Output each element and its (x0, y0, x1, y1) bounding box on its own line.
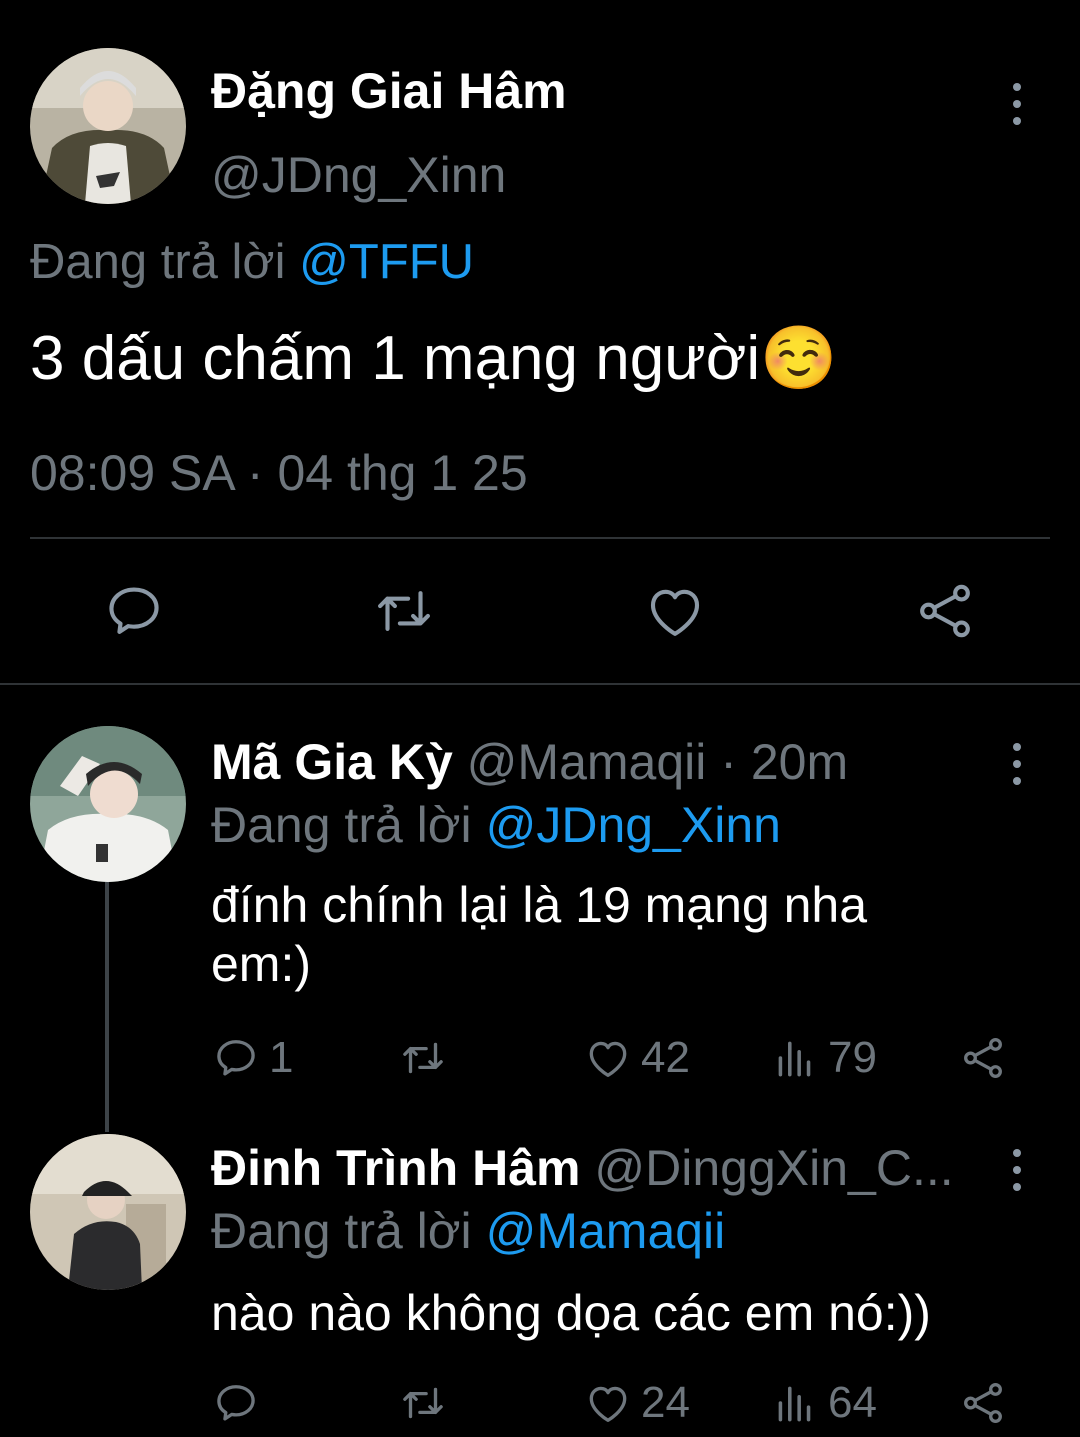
divider (30, 537, 1050, 539)
reply-icon (217, 1385, 255, 1421)
reply-button[interactable] (211, 1378, 269, 1428)
share-button[interactable] (912, 578, 978, 644)
views-button[interactable]: 79 (770, 1033, 877, 1083)
reply-button[interactable]: 1 (211, 1033, 293, 1083)
reply-time[interactable]: 20m (751, 734, 848, 790)
reply-button[interactable] (101, 578, 167, 644)
like-icon (589, 1386, 627, 1422)
author-avatar[interactable] (30, 48, 186, 204)
reply-handle[interactable]: @DinggXin_C... (594, 1140, 953, 1196)
like-button[interactable]: 24 (583, 1378, 690, 1428)
reply-display-name[interactable]: Mã Gia Kỳ (211, 734, 453, 790)
view-count: 79 (828, 1033, 877, 1082)
reply-text-line: em:) (211, 936, 311, 992)
like-icon (650, 589, 700, 636)
like-count: 24 (641, 1378, 690, 1427)
views-chart-icon (778, 1386, 811, 1422)
author-handle[interactable]: @JDng_Xinn (211, 146, 506, 204)
share-icon (964, 1383, 1002, 1424)
reply-to-link[interactable]: @TFFU (299, 235, 474, 289)
share-icon (920, 584, 970, 638)
retweet-icon (378, 591, 430, 631)
reply-more-options-icon[interactable] (1005, 1149, 1029, 1191)
reply-header: Đinh Trình Hâm @DinggXin_C... (211, 1139, 954, 1197)
reply-avatar[interactable] (30, 726, 186, 882)
tweet-time: 08:09 SA (30, 445, 233, 501)
retweet-icon (403, 1042, 443, 1074)
reply-context: Đang trả lời @JDng_Xinn (211, 796, 781, 854)
views-button[interactable]: 64 (770, 1378, 877, 1428)
share-button[interactable] (958, 1033, 1008, 1083)
more-options-icon[interactable] (1005, 83, 1029, 125)
reply-count: 1 (269, 1033, 294, 1082)
view-count: 64 (828, 1378, 877, 1427)
timestamp-separator: · (246, 445, 264, 501)
retweet-button[interactable] (398, 1378, 456, 1428)
reply-context-label: Đang trả lời (211, 1203, 472, 1259)
tweet-text: 3 dấu chấm 1 mạng người☺️ (30, 322, 837, 395)
reply-icon (109, 587, 159, 634)
tweet-date: 04 thg 1 25 (277, 445, 528, 501)
like-button[interactable] (642, 578, 708, 644)
section-divider (0, 683, 1080, 685)
views-chart-icon (778, 1041, 811, 1077)
reply-icon (217, 1040, 255, 1076)
reply-to-link[interactable]: @Mamaqii (486, 1203, 726, 1259)
tweet-timestamp[interactable]: 08:09 SA · 04 thg 1 25 (30, 444, 528, 502)
share-icon (964, 1038, 1002, 1079)
reply-handle[interactable]: @Mamaqii (467, 734, 707, 790)
reply-time-separator: · (720, 734, 737, 790)
reply-to-link[interactable]: @JDng_Xinn (486, 797, 781, 853)
reply-avatar[interactable] (30, 1134, 186, 1290)
reply-text: đính chính lại là 19 mạng nha em:) (211, 876, 867, 994)
reply-display-name[interactable]: Đinh Trình Hâm (211, 1140, 580, 1196)
reply-text: nào nào không dọa các em nó:)) (211, 1285, 931, 1341)
tweet-text-content: 3 dấu chấm 1 mạng người (30, 324, 761, 393)
retweet-icon (403, 1387, 443, 1419)
smiling-emoji-icon: ☺️ (760, 324, 838, 393)
like-icon (589, 1041, 627, 1077)
reply-context: Đang trả lời @Mamaqii (211, 1202, 725, 1260)
reply-text-line: đính chính lại là 19 mạng nha (211, 877, 868, 933)
share-button[interactable] (958, 1378, 1008, 1428)
reply-more-options-icon[interactable] (1005, 743, 1029, 785)
retweet-button[interactable] (371, 578, 437, 644)
thread-connector-line (105, 882, 109, 1132)
author-display-name[interactable]: Đặng Giai Hâm (211, 62, 567, 120)
like-count: 42 (641, 1033, 690, 1082)
like-button[interactable]: 42 (583, 1033, 690, 1083)
reply-context-label: Đang trả lời (30, 235, 286, 289)
retweet-button[interactable] (398, 1033, 456, 1083)
reply-context-label: Đang trả lời (211, 797, 472, 853)
reply-context: Đang trả lời @TFFU (30, 234, 474, 290)
reply-header: Mã Gia Kỳ @Mamaqii · 20m (211, 733, 848, 791)
